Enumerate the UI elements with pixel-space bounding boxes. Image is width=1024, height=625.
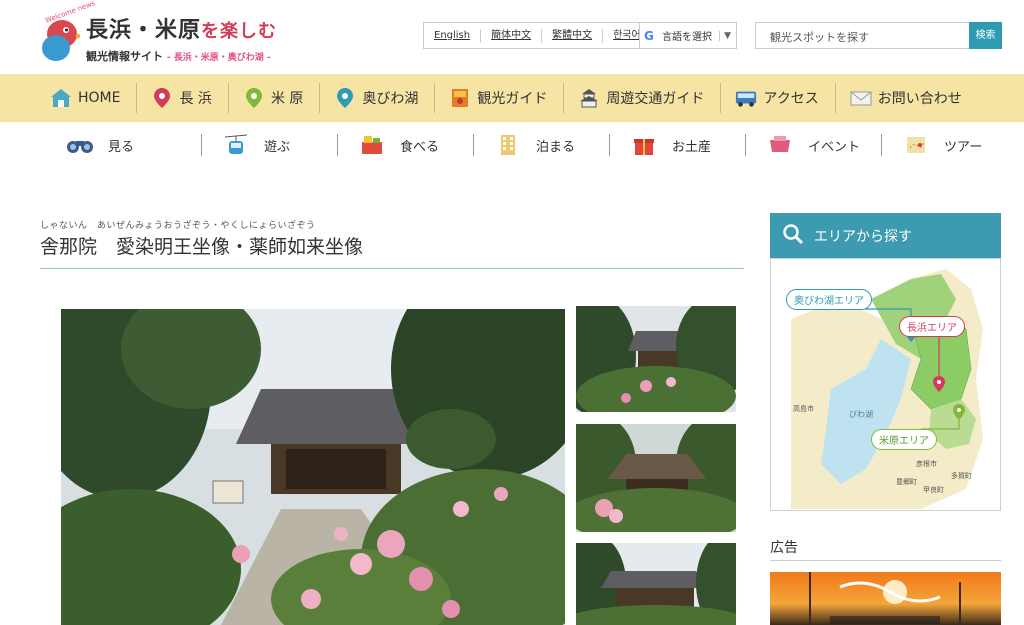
thumbnail-2[interactable]: [576, 424, 736, 532]
map-label-nagahama[interactable]: 長浜エリア: [899, 316, 965, 337]
map-icon: [902, 134, 930, 156]
map-label-taga: 多賀町: [951, 472, 972, 480]
map-label-takashima: 高島市: [793, 405, 814, 413]
nav-okubiwako-label: 奥びわ湖: [362, 91, 419, 107]
ad-label: 広告: [770, 540, 798, 556]
logo-title: 長浜・米原を楽しむ: [86, 12, 277, 44]
bird-logo-icon: [42, 20, 80, 61]
search-button[interactable]: 検索: [969, 22, 1002, 49]
lang-english-link[interactable]: English: [424, 28, 482, 43]
logo-title-suffix: を楽しむ: [201, 21, 278, 42]
lang-traditional-chinese-link[interactable]: 繁體中文: [542, 28, 604, 43]
title-divider: [40, 268, 744, 269]
nav-tourism-guide-label: 観光ガイド: [477, 91, 548, 107]
category-play[interactable]: 遊ぶ: [202, 134, 338, 156]
nav-contact[interactable]: お問い合わせ: [850, 83, 978, 113]
thumbnail-3[interactable]: [576, 543, 736, 625]
language-select[interactable]: G 言語を選択 ▼: [639, 22, 737, 49]
category-tour-label: ツアー: [944, 139, 983, 155]
lang-simplified-chinese-link[interactable]: 簡体中文: [481, 28, 543, 43]
google-icon: G: [644, 28, 654, 43]
map-label-okubiwako[interactable]: 奥びわ湖エリア: [786, 289, 872, 310]
search-input[interactable]: 観光スポットを探す: [755, 22, 971, 49]
main-photo[interactable]: [61, 309, 565, 625]
nav-contact-label: お問い合わせ: [877, 91, 962, 107]
site-header: Welcome news 長浜・米原を楽しむ 観光情報サイト - 長浜・米原・奥…: [0, 0, 1024, 74]
nav-nagahama[interactable]: 長 浜: [151, 83, 229, 113]
gift-icon: [630, 134, 658, 156]
area-search-heading: エリアから探す: [770, 213, 1001, 258]
page-title: 舎那院 愛染明王坐像・薬師如来坐像: [40, 236, 364, 258]
nav-access[interactable]: アクセス: [735, 83, 836, 113]
map-label-hikone: 彦根市: [916, 460, 937, 468]
map-label-toyosato: 豊郷町: [896, 478, 917, 486]
title-ruby: しゃないん あいぜんみょうおうざぞう・やくしにょらいざぞう: [40, 221, 316, 231]
ad-divider: [770, 560, 1001, 561]
category-tour[interactable]: ツアー: [882, 134, 1018, 156]
main-navigation: HOME 長 浜 米 原 奥びわ湖 観光ガイド 周遊交通ガイド アクセス お問い…: [0, 74, 1024, 122]
category-navigation: 見る 遊ぶ 食べる 泊まる お土産 イベント ツアー: [0, 122, 1024, 168]
pin-red-icon: [151, 87, 173, 109]
logo-sub-text: 観光情報サイト: [86, 50, 163, 63]
category-see[interactable]: 見る: [66, 134, 202, 156]
pin-blue-icon: [334, 87, 356, 109]
guidebook-icon: [449, 87, 471, 109]
nav-home[interactable]: HOME: [50, 83, 138, 113]
map-label-biwako: びわ湖: [849, 410, 873, 419]
event-icon: [766, 134, 794, 156]
category-play-label: 遊ぶ: [264, 139, 291, 155]
nav-tourism-guide[interactable]: 観光ガイド: [449, 83, 565, 113]
category-stay[interactable]: 泊まる: [474, 134, 610, 156]
search-icon: [782, 223, 804, 249]
ad-banner[interactable]: [770, 572, 1001, 625]
category-see-label: 見る: [108, 139, 135, 155]
logo-subtitle: 観光情報サイト - 長浜・米原・奥びわ湖 -: [86, 48, 271, 64]
map-label-maibara[interactable]: 米原エリア: [871, 429, 937, 450]
area-map[interactable]: 奥びわ湖エリア 長浜エリア 米原エリア 高島市 びわ湖 彦根市 豊郷町 甲良町 …: [770, 258, 1001, 511]
food-icon: [358, 134, 386, 156]
nav-nagahama-label: 長 浜: [179, 91, 212, 107]
category-souvenir[interactable]: お土産: [610, 134, 746, 156]
nav-transport-guide[interactable]: 周遊交通ガイド: [578, 83, 722, 113]
language-select-label: 言語を選択: [662, 32, 712, 43]
category-stay-label: 泊まる: [536, 139, 576, 155]
house-icon: [50, 87, 72, 109]
category-eat[interactable]: 食べる: [338, 134, 474, 156]
bus-icon: [735, 87, 757, 109]
nav-maibara[interactable]: 米 原: [243, 83, 321, 113]
nav-access-label: アクセス: [763, 91, 819, 107]
nav-maibara-label: 米 原: [270, 91, 304, 107]
pin-green-icon: [243, 87, 265, 109]
dropdown-arrow-icon: ▼: [719, 30, 731, 41]
map-label-koura: 甲良町: [923, 486, 944, 494]
site-logo[interactable]: Welcome news 長浜・米原を楽しむ 観光情報サイト - 長浜・米原・奥…: [40, 0, 300, 68]
category-souvenir-label: お土産: [672, 139, 712, 155]
castle-icon: [578, 87, 600, 109]
category-event[interactable]: イベント: [746, 134, 882, 156]
language-links: English 簡体中文 繁體中文 한국어: [423, 22, 652, 49]
category-eat-label: 食べる: [400, 139, 440, 155]
thumbnail-1[interactable]: [576, 306, 736, 412]
nav-transport-guide-label: 周遊交通ガイド: [606, 91, 705, 107]
ropeway-icon: [222, 134, 250, 156]
category-event-label: イベント: [808, 139, 861, 155]
nav-okubiwako[interactable]: 奥びわ湖: [334, 83, 436, 113]
hotel-icon: [494, 134, 522, 156]
logo-title-main: 長浜・米原: [86, 18, 202, 43]
area-search-heading-label: エリアから探す: [814, 228, 912, 245]
envelope-icon: [850, 87, 872, 109]
nav-home-label: HOME: [78, 90, 121, 106]
binoculars-icon: [66, 134, 94, 156]
logo-sub-areas: - 長浜・米原・奥びわ湖 -: [166, 53, 271, 63]
